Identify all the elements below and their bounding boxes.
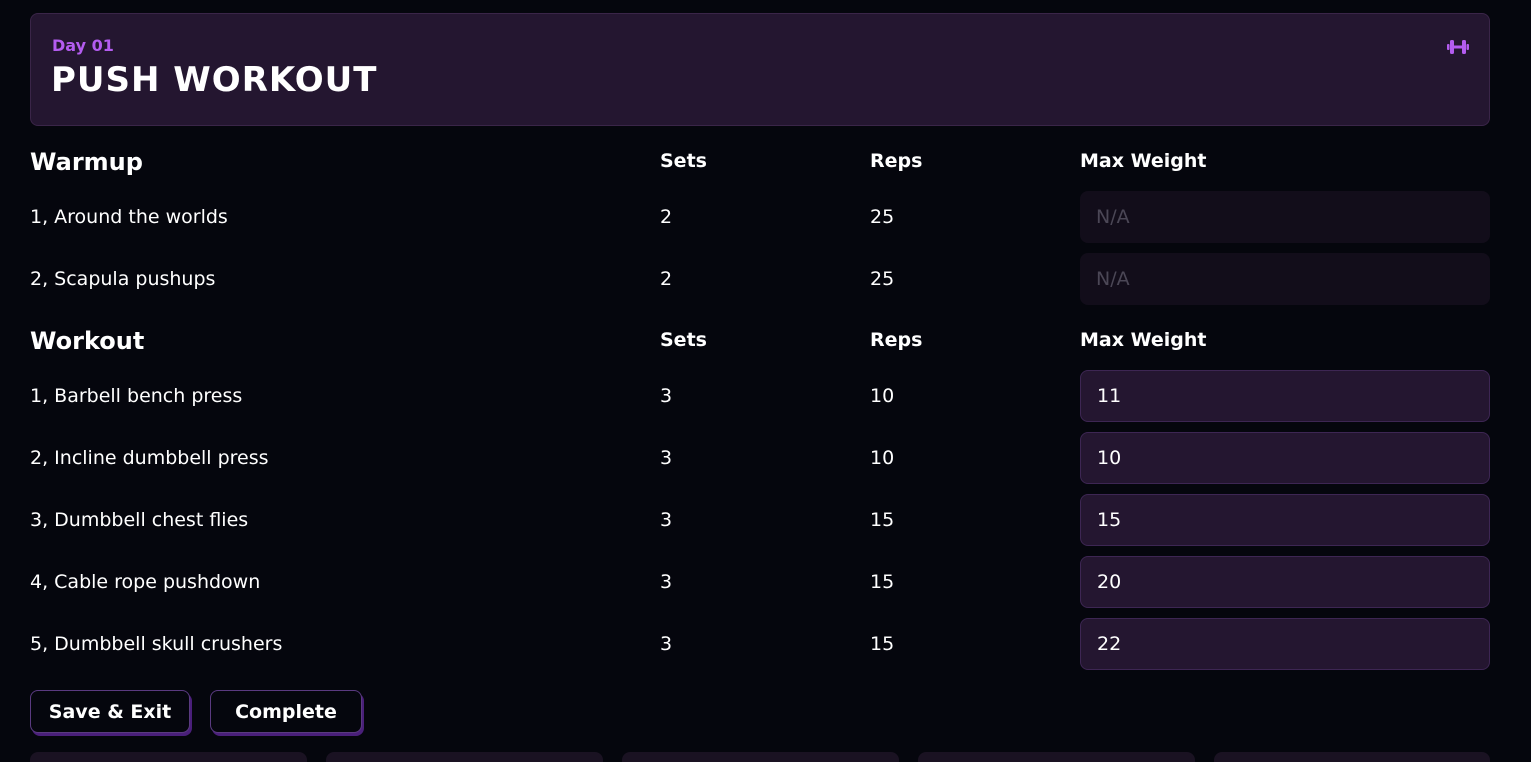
exercise-name: 1, Around the worlds [30,206,228,228]
exercise-name: 3, Dumbbell chest flies [30,509,249,531]
exercise-sets: 2 [660,206,673,228]
day-card[interactable] [1214,752,1490,762]
day-card[interactable] [622,752,899,762]
exercise-name: 5, Dumbbell skull crushers [30,633,283,655]
warmup-sets-header: Sets [660,150,707,172]
dumbbell-icon [1447,40,1469,54]
max-weight-input[interactable]: 11 [1080,370,1490,422]
workout-max-weight-header: Max Weight [1080,329,1207,351]
day-card[interactable] [30,752,307,762]
warmup-heading: Warmup [30,148,143,176]
max-weight-input[interactable]: 15 [1080,494,1490,546]
exercise-name: 2, Scapula pushups [30,268,216,290]
max-weight-input-disabled: N/A [1080,191,1490,243]
exercise-sets: 3 [660,385,673,407]
workout-reps-header: Reps [870,329,923,351]
exercise-sets: 3 [660,509,673,531]
exercise-name: 4, Cable rope pushdown [30,571,261,593]
workout-page: Day 01 PUSH WORKOUT Warmup Sets Reps Max… [0,0,1531,762]
complete-button[interactable]: Complete [210,690,362,733]
exercise-sets: 3 [660,571,673,593]
workout-sets-header: Sets [660,329,707,351]
exercise-reps: 15 [870,633,895,655]
day-label: Day 01 [52,36,114,55]
workout-header-card: Day 01 PUSH WORKOUT [30,13,1490,126]
day-card[interactable] [918,752,1195,762]
max-weight-input[interactable]: 22 [1080,618,1490,670]
save-exit-button[interactable]: Save & Exit [30,690,190,733]
max-weight-input-disabled: N/A [1080,253,1490,305]
workout-heading: Workout [30,327,145,355]
warmup-max-weight-header: Max Weight [1080,150,1207,172]
max-weight-input[interactable]: 20 [1080,556,1490,608]
exercise-reps: 15 [870,571,895,593]
workout-title: PUSH WORKOUT [51,60,378,100]
exercise-sets: 3 [660,447,673,469]
max-weight-input[interactable]: 10 [1080,432,1490,484]
exercise-sets: 2 [660,268,673,290]
exercise-reps: 10 [870,385,895,407]
exercise-reps: 25 [870,206,895,228]
day-card[interactable] [326,752,603,762]
exercise-reps: 15 [870,509,895,531]
exercise-name: 2, Incline dumbbell press [30,447,269,469]
exercise-name: 1, Barbell bench press [30,385,243,407]
exercise-sets: 3 [660,633,673,655]
warmup-reps-header: Reps [870,150,923,172]
exercise-reps: 25 [870,268,895,290]
exercise-reps: 10 [870,447,895,469]
